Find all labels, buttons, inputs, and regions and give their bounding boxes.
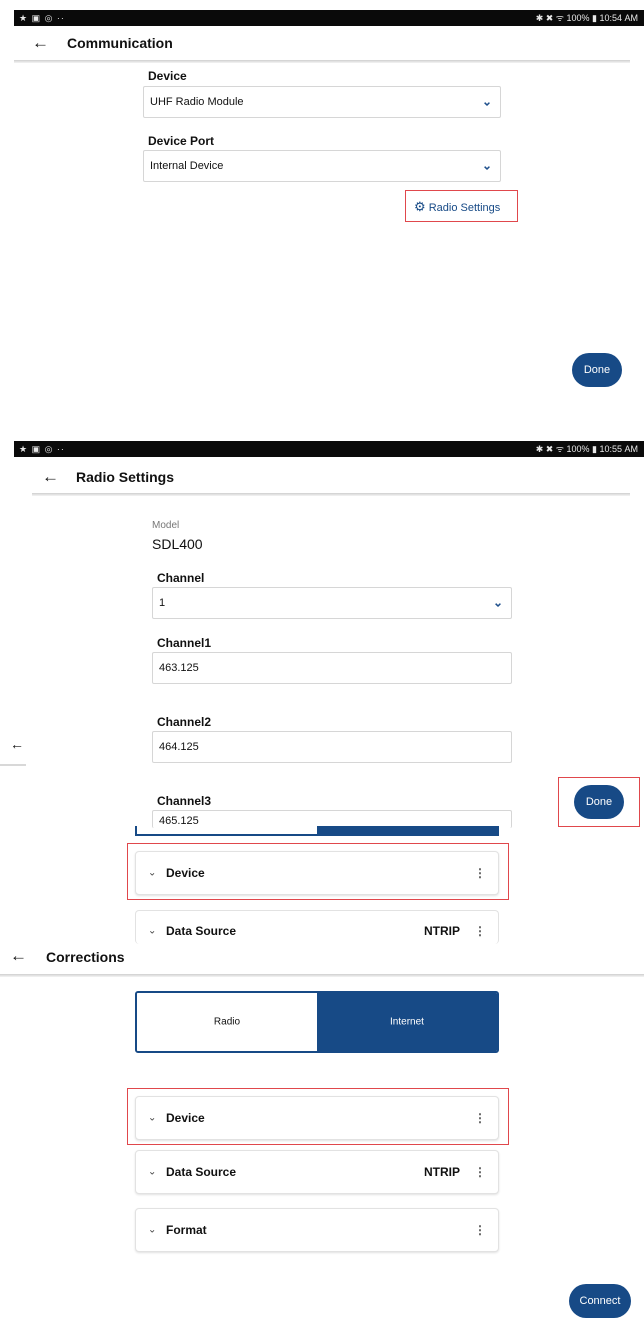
gear-icon: ⚙ [414,199,426,214]
back-arrow-icon[interactable]: ← [42,468,59,485]
done-button[interactable]: Done [572,353,622,387]
connect-button[interactable]: Connect [569,1284,631,1318]
back-arrow-icon: ← [10,736,24,752]
chevron-down-icon: ⌄ [148,925,157,937]
channel-select-value: 1 [159,597,166,609]
status-icons-left: ★ ▣ ◎ ·· [19,13,65,23]
more-vert-icon[interactable]: ⋮ [474,866,486,880]
device-port-label: Device Port [148,134,215,148]
more-vert-icon[interactable]: ⋮ [474,1111,486,1125]
channel2-input-value: 464.125 [159,741,199,753]
channel-label: Channel [157,571,205,585]
chevron-down-icon: ⌄ [148,1224,157,1236]
model-label: Model [152,520,180,531]
device-select[interactable]: UHF Radio Module ⌄ [143,86,501,118]
data-source-card-value: NTRIP [424,1165,460,1179]
data-source-card-title: Data Source [166,924,237,939]
back-arrow-icon[interactable]: ← [10,947,27,964]
page-title: Corrections [46,949,125,965]
status-icons-right: ✱ ✖ ᯤ 100% ▮ 10:55 AM [535,444,638,454]
appbar-divider [0,974,644,977]
more-vert-icon[interactable]: ⋮ [474,924,486,938]
status-icons-left: ★ ▣ ◎ ·· [19,444,65,454]
more-vert-icon[interactable]: ⋮ [474,1165,486,1179]
format-card[interactable]: ⌄ Format ⋮ [135,1208,499,1252]
tab-radio[interactable]: Radio [137,993,317,1051]
chevron-down-icon: ⌄ [148,1166,157,1178]
device-card-title: Device [166,866,205,880]
device-card-title: Device [166,1111,205,1125]
channel3-label: Channel3 [157,794,212,808]
radio-settings-label: Radio Settings [428,202,501,214]
radio-settings-button[interactable]: ⚙ Radio Settings [414,199,500,215]
device-port-select-value: Internal Device [150,160,224,172]
tab-radio-label: Radio [213,1016,241,1028]
channel1-label: Channel1 [157,636,212,650]
divider-fragment [0,764,26,766]
appbar-divider [32,493,630,496]
device-card[interactable]: ⌄ Device ⋮ [135,1096,499,1140]
tab-internet[interactable]: Internet [317,993,497,1051]
status-bar: ★ ▣ ◎ ·· ✱ ✖ ᯤ 100% ▮ 10:54 AM [14,10,644,26]
device-select-value: UHF Radio Module [150,96,244,108]
data-source-card[interactable]: ⌄ Data Source NTRIP ⋮ [135,910,499,944]
chevron-down-icon: ⌄ [481,94,492,109]
model-value: SDL400 [152,536,203,552]
segment-fragment-fill [317,826,499,834]
status-bar: ★ ▣ ◎ ·· ✱ ✖ ᯤ 100% ▮ 10:55 AM [14,441,644,457]
done-button-label: Done [583,364,611,376]
appbar-divider [14,60,630,63]
device-port-select[interactable]: Internal Device ⌄ [143,150,501,182]
chevron-down-icon: ⌄ [148,867,157,879]
data-source-card-title: Data Source [166,1165,237,1179]
status-icons-right: ✱ ✖ ᯤ 100% ▮ 10:54 AM [535,13,638,23]
done-button-label: Done [585,796,613,808]
device-label: Device [148,69,187,83]
chevron-down-icon: ⌄ [481,158,492,173]
channel2-input[interactable]: 464.125 [152,731,512,763]
back-arrow-icon[interactable]: ← [32,34,49,51]
data-source-card-value: NTRIP [424,924,460,939]
page-title: Communication [67,35,173,51]
data-source-card[interactable]: ⌄ Data Source NTRIP ⋮ [135,1150,499,1194]
channel2-label: Channel2 [157,715,212,729]
connect-button-label: Connect [579,1295,621,1307]
channel1-input[interactable]: 463.125 [152,652,512,684]
tab-internet-label: Internet [390,1016,424,1028]
page-title: Radio Settings [76,469,175,485]
channel-select[interactable]: 1 ⌄ [152,587,512,619]
format-card-title: Format [166,1223,207,1237]
device-card[interactable]: ⌄ Device ⋮ [135,851,499,895]
done-button[interactable]: Done [574,785,624,819]
channel1-input-value: 463.125 [159,662,199,674]
segment-fragment [135,826,499,836]
connection-type-toggle: Radio Internet [135,991,499,1053]
chevron-down-icon: ⌄ [492,595,503,610]
more-vert-icon[interactable]: ⋮ [474,1223,486,1237]
chevron-down-icon: ⌄ [148,1112,157,1124]
